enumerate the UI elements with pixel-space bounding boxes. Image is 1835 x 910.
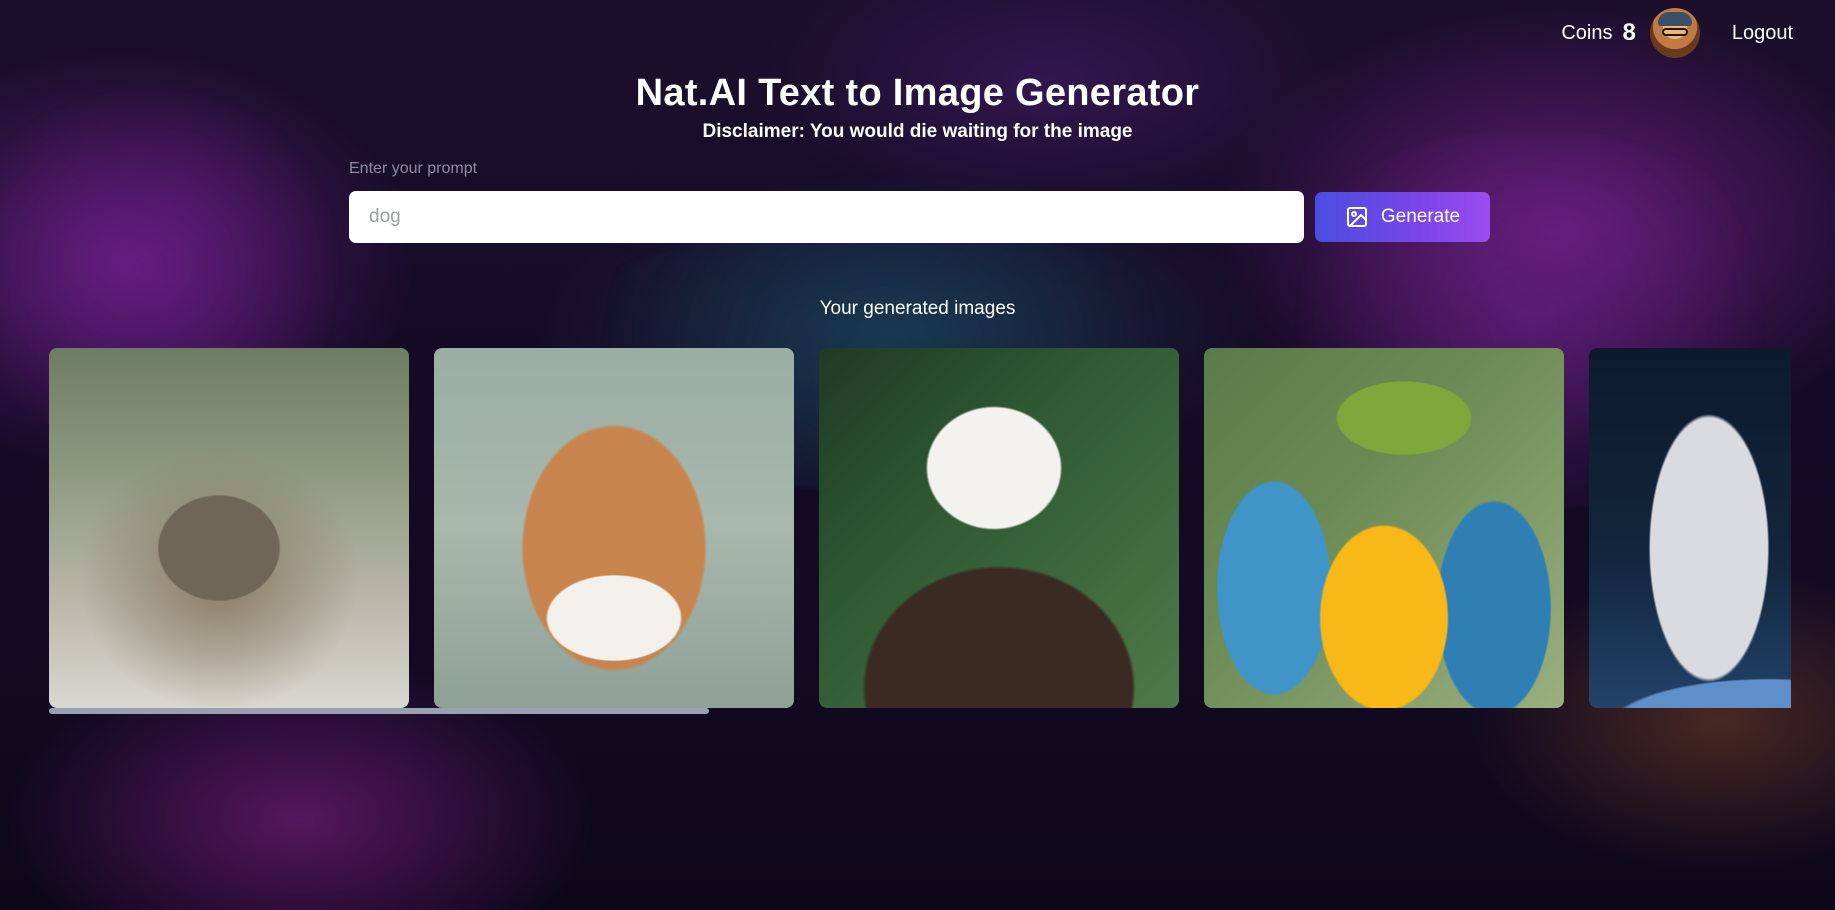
gallery-scrollbar-thumb[interactable] — [49, 708, 709, 714]
generated-image-cat[interactable] — [49, 348, 409, 708]
generated-image-parrot[interactable] — [1204, 348, 1564, 708]
top-bar: Coins 8 Logout — [1561, 8, 1793, 58]
generate-label: Generate — [1380, 206, 1461, 227]
image-icon — [1346, 207, 1367, 227]
avatar[interactable] — [1649, 8, 1700, 58]
avatar-glasses — [1661, 28, 1688, 36]
image-gallery[interactable] — [49, 348, 1791, 708]
generated-image-astronaut[interactable] — [1589, 348, 1791, 708]
generated-image-dog[interactable] — [434, 348, 794, 708]
prompt-input[interactable] — [349, 191, 1304, 243]
generate-button[interactable]: Generate — [1315, 192, 1490, 242]
prompt-label: Enter your prompt — [349, 160, 478, 177]
gallery-scrollbar[interactable] — [49, 708, 1791, 714]
logout-link[interactable]: Logout — [1732, 22, 1793, 45]
coins-display: Coins 8 — [1561, 19, 1636, 47]
avatar-cap — [1657, 12, 1692, 26]
coins-count: 8 — [1622, 19, 1636, 46]
gallery-title: Your generated images — [819, 298, 1016, 319]
coins-label: Coins — [1561, 21, 1613, 44]
generated-image-eagle[interactable] — [819, 348, 1179, 708]
page-title: Nat.AI Text to Image Generator — [635, 72, 1200, 114]
disclaimer-text: Disclaimer: You would die waiting for th… — [702, 121, 1133, 142]
